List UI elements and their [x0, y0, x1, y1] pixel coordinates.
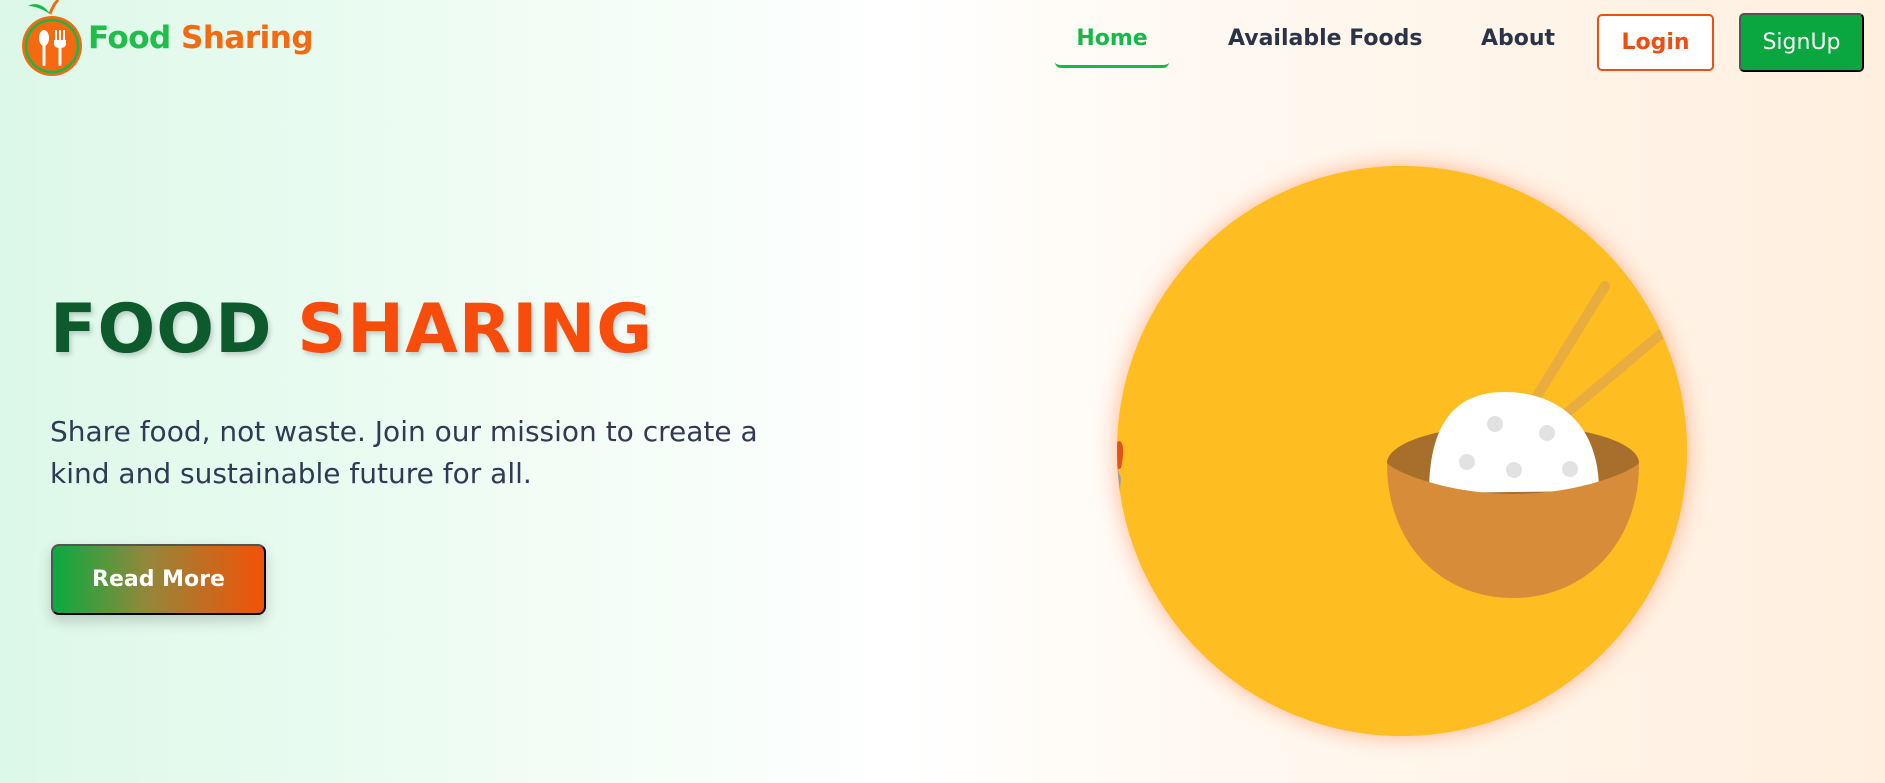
rice-bowl-with-chopsticks-icon [1117, 166, 1687, 736]
hero-title-part2: SHARING [297, 290, 654, 369]
nav-home-link[interactable]: Home [1055, 26, 1169, 68]
hero-title: FOOD SHARING [50, 290, 653, 369]
signup-button[interactable]: SignUp [1739, 13, 1864, 72]
nav-about-link[interactable]: About [1481, 26, 1555, 51]
nav-available-foods-link[interactable]: Available Foods [1228, 26, 1422, 51]
read-more-button[interactable]: Read More [51, 544, 266, 615]
navbar: Food Sharing Home Available Foods About … [0, 0, 1885, 90]
hero-illustration [1117, 166, 1687, 736]
brand-logo[interactable]: Food Sharing [20, 0, 314, 80]
hero-title-part1: FOOD [50, 290, 273, 369]
brand-name: Food Sharing [88, 20, 314, 56]
brand-name-part2: Sharing [181, 20, 314, 56]
apple-fork-spoon-logo-icon [22, 0, 82, 76]
login-button[interactable]: Login [1597, 14, 1714, 71]
brand-name-part1: Food [88, 20, 171, 56]
hero-subtitle: Share food, not waste. Join our mission … [50, 415, 758, 490]
